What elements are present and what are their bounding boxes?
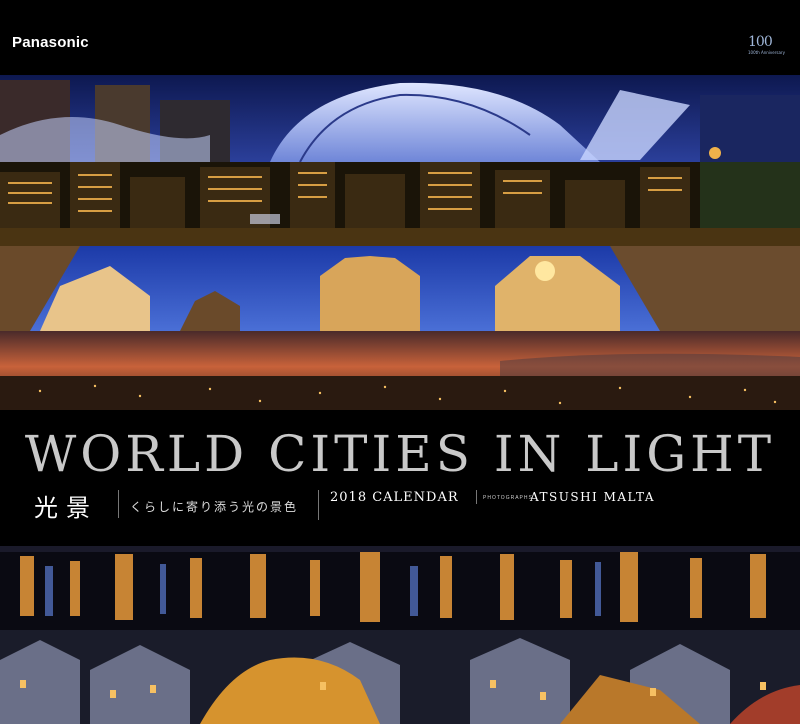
photo-sunset-city-panorama — [0, 331, 800, 410]
photo-skyscrapers-night — [0, 162, 800, 246]
calendar-year: 2018 CALENDAR — [330, 490, 459, 505]
photo-grand-place — [0, 246, 800, 331]
anniversary-label: 100th Anniversary — [748, 50, 785, 55]
photo-snowy-rooftops — [0, 630, 800, 724]
anniversary-number: 100 — [748, 34, 773, 50]
kanji-title: 光景 — [34, 494, 98, 522]
photo-futuristic-architecture — [0, 75, 800, 162]
divider — [476, 490, 477, 504]
title-block: WORLD CITIES IN LIGHT 光景 くらしに寄り添う光の景色 20… — [0, 410, 800, 546]
divider — [318, 490, 319, 520]
header-bar: Panasonic 100 100th Anniversary — [0, 0, 800, 75]
photographs-label: PHOTOGRAPHS — [483, 495, 533, 501]
main-title: WORLD CITIES IN LIGHT — [24, 425, 776, 483]
tagline: くらしに寄り添う光の景色 — [130, 500, 299, 514]
photo-river-reflections — [0, 546, 800, 630]
divider — [118, 490, 119, 518]
panasonic-logo: Panasonic — [12, 34, 89, 51]
photographer-name: ATSUSHI MALTA — [530, 490, 656, 504]
anniversary-logo: 100 100th Anniversary — [748, 34, 785, 58]
